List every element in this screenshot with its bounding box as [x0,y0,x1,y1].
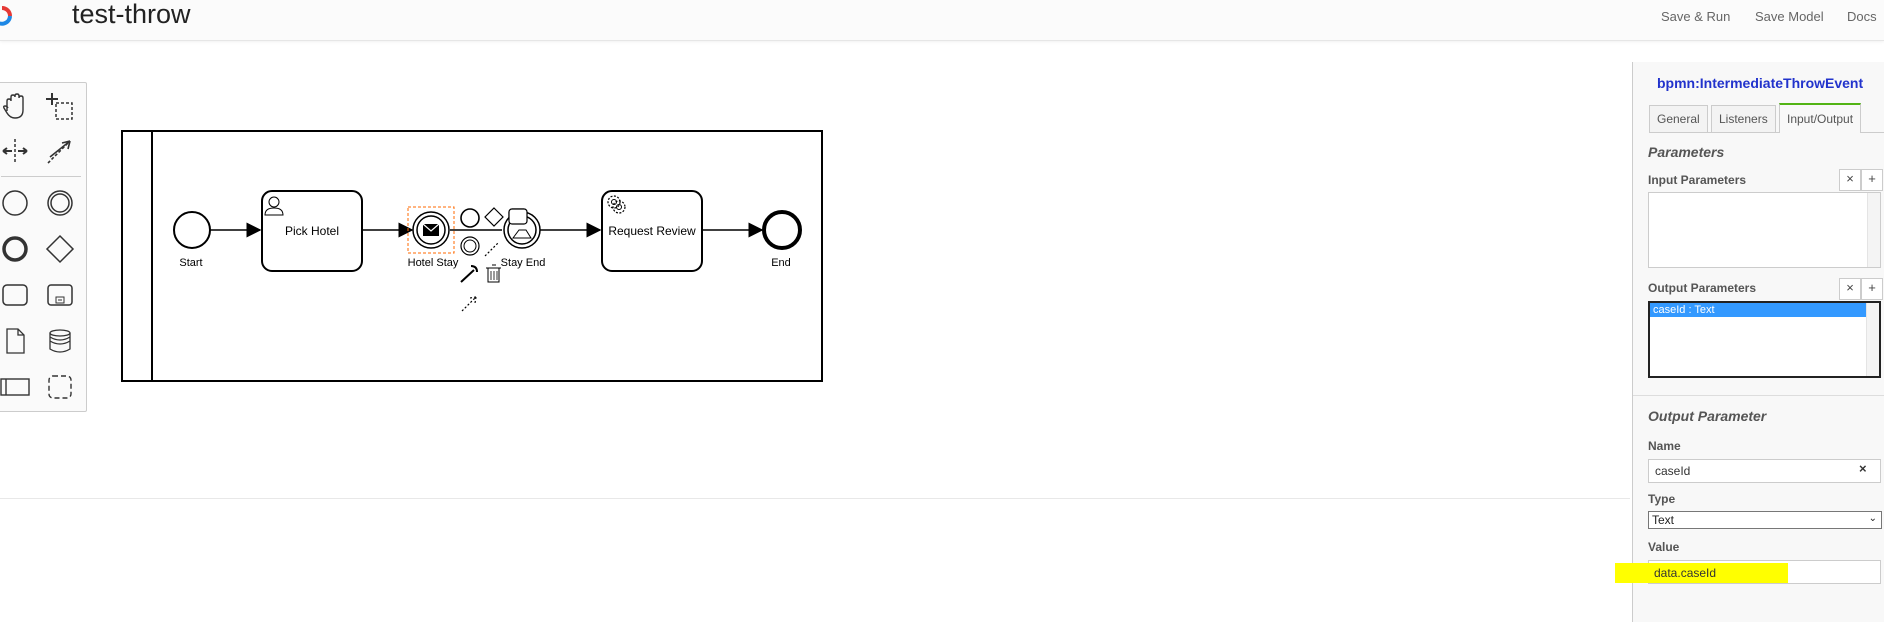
remove-input-parameter-button[interactable]: × [1839,169,1861,191]
type-select-value: Text [1652,513,1675,527]
type-select[interactable]: Text ⌄ [1648,511,1882,529]
clear-name-button[interactable]: × [1859,461,1867,476]
chevron-down-icon: ⌄ [1868,513,1877,524]
properties-tabs: General Listeners Input/Output [1649,103,1884,133]
start-event[interactable] [173,211,211,249]
value-input-text: data.caseId [1654,566,1717,580]
global-connect-icon[interactable] [461,296,477,312]
pick-hotel-label: Pick Hotel [285,224,339,238]
trash-icon[interactable] [486,264,501,283]
hotel-stay-label: Hotel Stay [408,257,459,269]
remove-output-parameter-button[interactable]: × [1839,278,1861,300]
type-label: Type [1648,492,1676,506]
save-model-button[interactable]: Save Model [1755,9,1824,24]
output-parameter-item[interactable]: caseId : Text [1650,303,1868,317]
tab-input-output[interactable]: Input/Output [1779,103,1862,133]
stay-end-label: Stay End [501,257,546,269]
append-gateway-icon[interactable] [484,207,504,227]
properties-panel: bpmn:IntermediateThrowEvent General List… [1632,62,1884,622]
output-list-scrollbar[interactable] [1866,303,1879,376]
name-input[interactable]: caseId [1648,459,1881,483]
docs-button[interactable]: Docs [1847,9,1877,24]
wrench-icon[interactable] [460,265,478,283]
add-output-parameter-button[interactable]: + [1861,278,1883,300]
canvas-divider [0,498,1630,499]
output-parameter-heading: Output Parameter [1648,408,1767,424]
element-type-title: bpmn:IntermediateThrowEvent [1657,75,1864,91]
save-run-button[interactable]: Save & Run [1661,9,1730,24]
pool[interactable] [121,130,823,382]
input-parameters-label: Input Parameters [1648,173,1747,187]
end-event-label: End [771,257,791,269]
end-event[interactable] [762,210,802,250]
bpmn-canvas[interactable]: Start Pick Hotel Hotel Stay Stay End Req… [0,0,1630,500]
message-throw-icon [422,223,440,236]
tab-general[interactable]: General [1649,105,1708,132]
connect-icon[interactable] [484,241,500,257]
request-review-label: Request Review [608,224,696,238]
add-input-parameter-button[interactable]: + [1861,169,1883,191]
output-parameters-list[interactable]: caseId : Text [1648,301,1881,378]
value-label: Value [1648,540,1680,554]
start-event-label: Start [179,257,202,269]
tab-listeners[interactable]: Listeners [1711,105,1776,132]
input-parameters-list[interactable] [1648,192,1881,268]
append-end-event-icon[interactable] [460,208,480,228]
input-list-scrollbar[interactable] [1867,193,1880,267]
parameters-heading: Parameters [1648,144,1725,160]
name-label: Name [1648,439,1681,453]
output-parameters-label: Output Parameters [1648,281,1757,295]
